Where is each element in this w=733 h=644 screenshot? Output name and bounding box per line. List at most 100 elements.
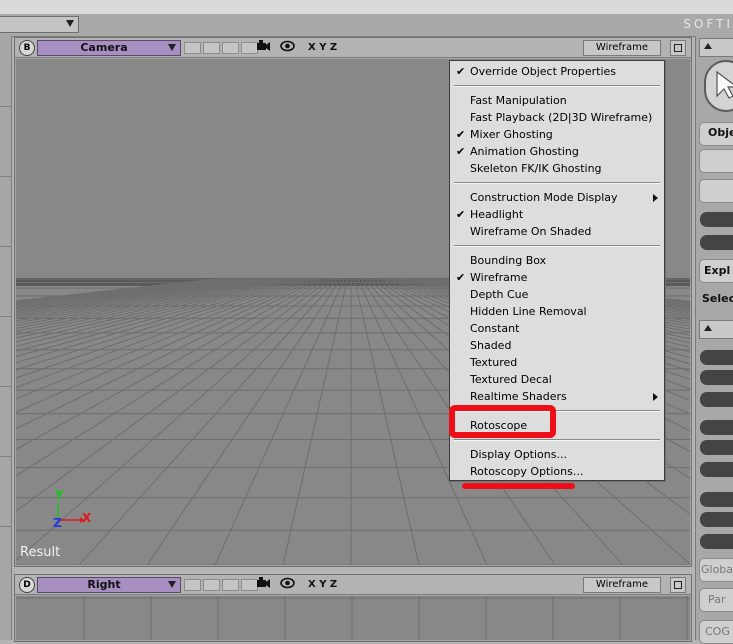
panel-dark-button[interactable] bbox=[700, 350, 733, 365]
memo-slot-button[interactable] bbox=[222, 42, 239, 54]
menu-item-realtime-shaders[interactable]: Realtime Shaders bbox=[450, 388, 664, 405]
camera-icon[interactable] bbox=[255, 577, 271, 592]
axis-x-label: X bbox=[82, 511, 92, 525]
menu-separator bbox=[454, 85, 660, 87]
axis-y-label: Y bbox=[55, 488, 64, 502]
menu-separator bbox=[454, 182, 660, 184]
menu-item-label: Override Object Properties bbox=[470, 65, 617, 78]
viewport-d: D Right X Y Z Wireframe bbox=[14, 574, 692, 642]
global-label: Globa bbox=[701, 563, 733, 576]
panel-dark-button[interactable] bbox=[700, 392, 733, 407]
cog-label: COG bbox=[705, 625, 730, 638]
menu-item-label: Bounding Box bbox=[470, 254, 547, 267]
menu-item-label: Constant bbox=[470, 322, 520, 335]
gutter-tick bbox=[0, 316, 11, 317]
menu-item-label: Display Options... bbox=[470, 448, 567, 461]
menu-item-label: Textured bbox=[470, 356, 518, 369]
chevron-down-icon bbox=[168, 44, 176, 51]
title-strip bbox=[0, 0, 733, 15]
menu-item-construction-mode-display[interactable]: Construction Mode Display bbox=[450, 189, 664, 206]
select-label[interactable]: Selec bbox=[702, 292, 733, 305]
viewport-letter-button[interactable]: D bbox=[19, 577, 35, 593]
menu-item-override-object-properties[interactable]: ✔ Override Object Properties bbox=[450, 63, 664, 80]
panel-dark-button[interactable] bbox=[700, 370, 733, 385]
chevron-down-icon bbox=[66, 20, 74, 27]
panel-dark-button[interactable] bbox=[700, 462, 733, 477]
panel-collapse-icon[interactable] bbox=[699, 38, 733, 57]
eye-icon[interactable] bbox=[279, 577, 295, 592]
menu-item-label: Depth Cue bbox=[470, 288, 529, 301]
camera-dropdown[interactable]: Camera bbox=[37, 40, 181, 56]
gutter-tick bbox=[0, 246, 11, 247]
menu-item-label: Shaded bbox=[470, 339, 512, 352]
memo-slot-button[interactable] bbox=[184, 579, 201, 591]
menu-item-headlight[interactable]: ✔ Headlight bbox=[450, 206, 664, 223]
memo-slot-button[interactable] bbox=[203, 42, 220, 54]
memo-slot-button[interactable] bbox=[203, 579, 220, 591]
menu-item-constant[interactable]: Constant bbox=[450, 320, 664, 337]
menu-item-fast-playback-2d-3d-wireframe[interactable]: Fast Playback (2D|3D Wireframe) bbox=[450, 109, 664, 126]
camera-dropdown-label: Camera bbox=[80, 41, 128, 54]
panel-button[interactable] bbox=[699, 179, 733, 203]
display-mode-button[interactable]: Wireframe bbox=[583, 40, 661, 56]
panel-collapse-icon[interactable] bbox=[699, 320, 733, 339]
panel-dark-button[interactable] bbox=[700, 420, 733, 435]
panel-dark-button[interactable] bbox=[700, 212, 733, 227]
memo-slot-button[interactable] bbox=[184, 42, 201, 54]
gutter-tick bbox=[0, 386, 11, 387]
panel-dark-button[interactable] bbox=[700, 512, 733, 527]
axis-z-label: Z bbox=[53, 516, 62, 530]
explore-label: Expl bbox=[704, 264, 731, 277]
panel-dark-button[interactable] bbox=[700, 492, 733, 507]
menu-item-textured-decal[interactable]: Textured Decal bbox=[450, 371, 664, 388]
menu-item-fast-manipulation[interactable]: Fast Manipulation bbox=[450, 92, 664, 109]
menu-item-wireframe[interactable]: ✔ Wireframe bbox=[450, 269, 664, 286]
menu-item-rotoscopy-options[interactable]: Rotoscopy Options... bbox=[450, 463, 664, 480]
menu-item-shaded[interactable]: Shaded bbox=[450, 337, 664, 354]
menu-item-label: Rotoscopy Options... bbox=[470, 465, 584, 478]
right-viewport-canvas[interactable] bbox=[16, 596, 690, 640]
camera-icon[interactable] bbox=[255, 40, 271, 55]
menu-item-skeleton-fk-ik-ghosting[interactable]: Skeleton FK/IK Ghosting bbox=[450, 160, 664, 177]
menu-item-hidden-line-removal[interactable]: Hidden Line Removal bbox=[450, 303, 664, 320]
panel-dark-button[interactable] bbox=[700, 440, 733, 455]
checkmark-icon: ✔ bbox=[456, 65, 466, 78]
layout-dropdown[interactable] bbox=[0, 16, 79, 33]
axes-toggle[interactable]: X Y Z bbox=[308, 578, 337, 592]
submenu-arrow-icon bbox=[653, 393, 658, 401]
display-mode-button[interactable]: Wireframe bbox=[583, 577, 661, 593]
axes-toggle[interactable]: X Y Z bbox=[308, 41, 337, 55]
maximize-icon[interactable] bbox=[670, 577, 686, 593]
menu-item-label: Fast Manipulation bbox=[470, 94, 567, 107]
viewport-header: B Camera X Y Z Wireframe bbox=[15, 38, 691, 58]
menu-item-animation-ghosting[interactable]: ✔ Animation Ghosting bbox=[450, 143, 664, 160]
eye-icon[interactable] bbox=[279, 40, 295, 55]
main-toolbar: SOFTI bbox=[0, 14, 733, 37]
menu-item-wireframe-on-shaded[interactable]: Wireframe On Shaded bbox=[450, 223, 664, 240]
menu-separator bbox=[454, 245, 660, 247]
menu-item-textured[interactable]: Textured bbox=[450, 354, 664, 371]
selection-tool-icon[interactable] bbox=[704, 60, 733, 112]
maximize-icon[interactable] bbox=[670, 40, 686, 56]
checkmark-icon: ✔ bbox=[456, 128, 466, 141]
memo-slot-button[interactable] bbox=[222, 579, 239, 591]
viewport-header: D Right X Y Z Wireframe bbox=[15, 575, 691, 595]
menu-item-label: Mixer Ghosting bbox=[470, 128, 553, 141]
panel-dark-button[interactable] bbox=[700, 534, 733, 549]
gutter-tick bbox=[0, 526, 11, 527]
panel-button[interactable] bbox=[699, 149, 733, 173]
viewport-letter-button[interactable]: B bbox=[19, 40, 35, 56]
menu-item-label: Textured Decal bbox=[470, 373, 552, 386]
panel-dark-button[interactable] bbox=[700, 235, 733, 250]
menu-item-display-options[interactable]: Display Options... bbox=[450, 446, 664, 463]
left-panel-gutter bbox=[0, 36, 12, 640]
chevron-down-icon bbox=[168, 581, 176, 588]
annotation-highlight-box bbox=[449, 405, 556, 438]
menu-item-bounding-box[interactable]: Bounding Box bbox=[450, 252, 664, 269]
camera-dropdown[interactable]: Right bbox=[37, 577, 181, 593]
checkmark-icon: ✔ bbox=[456, 208, 466, 221]
menu-item-label: Wireframe bbox=[470, 271, 528, 284]
menu-item-mixer-ghosting[interactable]: ✔ Mixer Ghosting bbox=[450, 126, 664, 143]
menu-item-label: Wireframe On Shaded bbox=[470, 225, 592, 238]
menu-item-depth-cue[interactable]: Depth Cue bbox=[450, 286, 664, 303]
